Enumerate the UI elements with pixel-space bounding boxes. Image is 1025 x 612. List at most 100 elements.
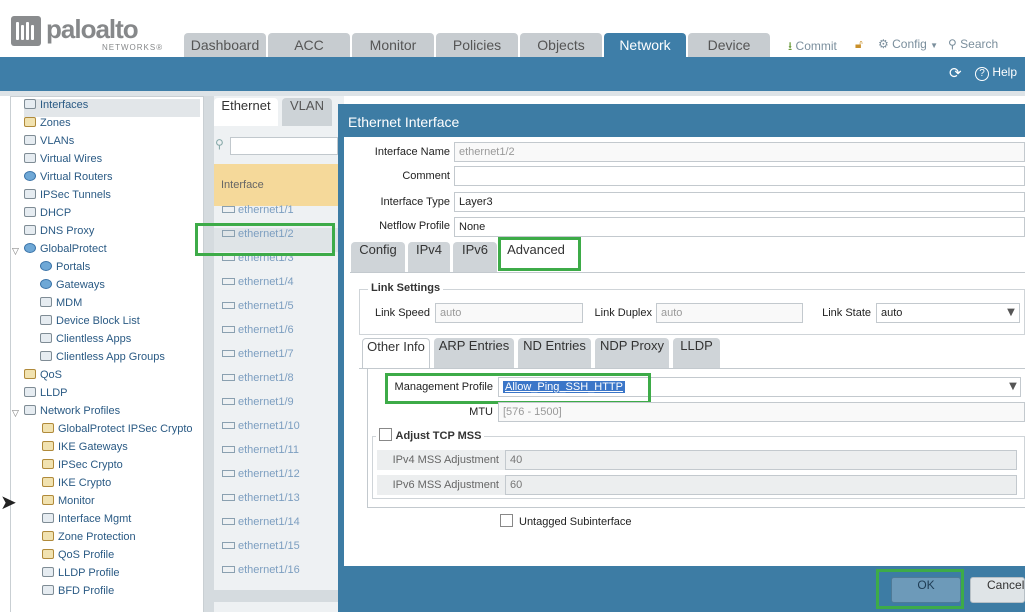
sidebar-item-ike-gateways[interactable]: IKE Gateways xyxy=(42,441,128,459)
table-row[interactable]: ethernet1/8 xyxy=(214,372,339,396)
help-button[interactable]: ? Help xyxy=(975,65,1017,81)
tab-ipv6[interactable]: IPv6 xyxy=(453,242,497,272)
sidebar-item-monitor[interactable]: Monitor xyxy=(42,495,95,513)
tab-nd-entries[interactable]: ND Entries xyxy=(518,338,591,368)
chevron-down-icon[interactable]: ▼ xyxy=(1004,307,1018,318)
commit-button[interactable]: ⭳ Commit xyxy=(788,37,837,58)
sidebar-item-label: GlobalProtect IPSec Crypto xyxy=(58,423,193,435)
table-row[interactable]: ethernet1/16 xyxy=(214,564,339,588)
tab-dashboard[interactable]: Dashboard xyxy=(184,33,266,57)
sidebar-item-network-profiles[interactable]: Network Profiles xyxy=(24,405,120,423)
sidebar-item-lldp[interactable]: LLDP xyxy=(24,387,68,405)
sidebar-item-zone-protection[interactable]: Zone Protection xyxy=(42,531,136,549)
sidebar-item-label: BFD Profile xyxy=(58,585,115,597)
filter-input[interactable] xyxy=(230,137,338,155)
link-speed-field[interactable]: auto xyxy=(435,303,583,323)
sidebar-item-qos-profile[interactable]: QoS Profile xyxy=(42,549,114,567)
sidebar-item-mdm[interactable]: MDM xyxy=(40,297,82,315)
sidebar-item-clientless-apps[interactable]: Clientless Apps xyxy=(40,333,131,351)
sidebar-item-lldp-profile[interactable]: LLDP Profile xyxy=(42,567,120,585)
tab-policies[interactable]: Policies xyxy=(436,33,518,57)
sidebar-item-zones[interactable]: Zones xyxy=(24,117,71,135)
comment-field[interactable] xyxy=(454,166,1025,186)
sidebar-item-dhcp[interactable]: DHCP xyxy=(24,207,71,225)
collapse-icon[interactable]: ▽ xyxy=(12,247,19,257)
mtu-field[interactable]: [576 - 1500] xyxy=(498,402,1025,422)
untagged-subinterface-checkbox[interactable] xyxy=(500,514,513,527)
tab-other-info[interactable]: Other Info xyxy=(362,338,430,368)
table-row[interactable]: ethernet1/14 xyxy=(214,516,339,540)
ipv4-mss-field[interactable]: 40 xyxy=(505,450,1017,470)
table-row[interactable]: ethernet1/11 xyxy=(214,444,339,468)
port-icon xyxy=(222,494,235,501)
adjust-tcp-mss-checkbox[interactable] xyxy=(379,428,392,441)
table-row[interactable]: ethernet1/4 xyxy=(214,276,339,300)
brand-name: paloalto xyxy=(46,14,139,44)
sidebar-item-portals[interactable]: Portals xyxy=(40,261,90,279)
sidebar-item-virtual-routers[interactable]: Virtual Routers xyxy=(24,171,113,189)
port-icon xyxy=(222,446,235,453)
sidebar-item-interface-mgmt[interactable]: Interface Mgmt xyxy=(42,513,131,531)
tab-acc[interactable]: ACC xyxy=(268,33,350,57)
sidebar-item-ipsec-tunnels[interactable]: IPSec Tunnels xyxy=(24,189,111,207)
row-interface-name: ethernet1/12 xyxy=(238,468,300,480)
netflow-profile-select[interactable]: None xyxy=(454,217,1025,237)
table-row[interactable]: ethernet1/13 xyxy=(214,492,339,516)
tab-ndp-proxy[interactable]: NDP Proxy xyxy=(595,338,669,368)
sidebar-item-globalprotect[interactable]: GlobalProtect xyxy=(24,243,107,261)
help-icon: ? xyxy=(975,67,989,81)
sidebar-item-qos[interactable]: QoS xyxy=(24,369,62,387)
sidebar-item-device-block-list[interactable]: Device Block List xyxy=(40,315,140,333)
table-row[interactable]: ethernet1/15 xyxy=(214,540,339,564)
sidebar-item-ike-crypto[interactable]: IKE Crypto xyxy=(42,477,111,495)
sidebar-item-vlans[interactable]: VLANs xyxy=(24,135,74,153)
tab-lldp[interactable]: LLDP xyxy=(673,338,720,368)
table-row[interactable]: ethernet1/10 xyxy=(214,420,339,444)
horizontal-scrollbar[interactable] xyxy=(214,590,339,602)
sidebar-item-dns-proxy[interactable]: DNS Proxy xyxy=(24,225,94,243)
tab-monitor[interactable]: Monitor xyxy=(352,33,434,57)
link-duplex-field[interactable]: auto xyxy=(656,303,803,323)
table-row[interactable]: ethernet1/7 xyxy=(214,348,339,372)
tab-config[interactable]: Config xyxy=(351,242,405,272)
row-interface-name: ethernet1/6 xyxy=(238,324,294,336)
link-state-select[interactable]: auto xyxy=(876,303,1020,323)
untagged-subinterface-label: Untagged Subinterface xyxy=(519,516,632,528)
collapse-icon[interactable]: ▽ xyxy=(12,409,19,419)
lock-icon[interactable]: 🔓︎ xyxy=(855,37,863,52)
ipv6-mss-field[interactable]: 60 xyxy=(505,475,1017,495)
tab-ethernet[interactable]: Ethernet xyxy=(214,98,278,126)
interface-type-select[interactable]: Layer3 xyxy=(454,192,1025,212)
panel-splitter[interactable] xyxy=(204,96,214,612)
sidebar-item-label: Zones xyxy=(40,117,71,129)
sidebar-item-gateways[interactable]: Gateways xyxy=(40,279,105,297)
sidebar-item-label: VLANs xyxy=(40,135,75,147)
tab-device[interactable]: Device xyxy=(688,33,770,57)
tab-objects[interactable]: Objects xyxy=(520,33,602,57)
device-block-list-icon xyxy=(40,315,52,325)
table-row[interactable]: ethernet1/5 xyxy=(214,300,339,324)
refresh-icon[interactable]: ⟳ xyxy=(949,64,962,82)
sidebar-item-clientless-app-groups[interactable]: Clientless App Groups xyxy=(40,351,165,369)
tab-network[interactable]: Network xyxy=(604,33,686,57)
sidebar-item-interfaces[interactable]: Interfaces xyxy=(24,99,200,117)
config-menu[interactable]: ⚙ Config ▼ xyxy=(878,37,938,51)
tab-ipv4[interactable]: IPv4 xyxy=(408,242,450,272)
sidebar-item-virtual-wires[interactable]: Virtual Wires xyxy=(24,153,102,171)
tab-vlan[interactable]: VLAN xyxy=(282,98,332,126)
table-row[interactable]: ethernet1/6 xyxy=(214,324,339,348)
table-row[interactable]: ethernet1/9 xyxy=(214,396,339,420)
search-link[interactable]: ⚲ Search xyxy=(948,37,998,51)
port-icon xyxy=(222,350,235,357)
help-label: Help xyxy=(992,65,1018,79)
cancel-button[interactable]: Cancel xyxy=(970,577,1025,603)
chevron-down-icon[interactable]: ▼ xyxy=(1006,381,1020,392)
column-header-interface[interactable]: Interface xyxy=(214,164,339,206)
table-row[interactable]: ethernet1/12 xyxy=(214,468,339,492)
sidebar-item-gp-ipsec-crypto[interactable]: GlobalProtect IPSec Crypto xyxy=(42,423,193,441)
link-state-label: Link State xyxy=(822,307,871,319)
interface-name-field[interactable]: ethernet1/2 xyxy=(454,142,1025,162)
sidebar-item-bfd-profile[interactable]: BFD Profile xyxy=(42,585,114,603)
sidebar-item-ipsec-crypto[interactable]: IPSec Crypto xyxy=(42,459,123,477)
tab-arp-entries[interactable]: ARP Entries xyxy=(434,338,514,368)
